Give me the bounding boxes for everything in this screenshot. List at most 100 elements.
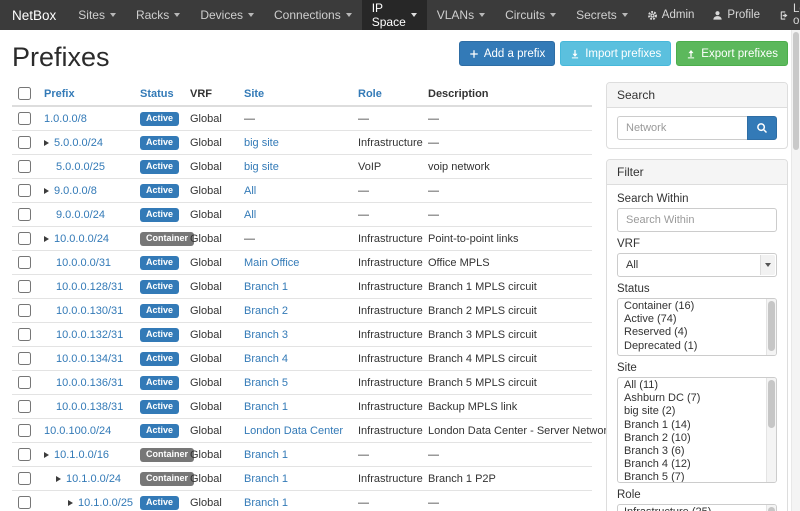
select-option[interactable]: Ashburn DC (7) bbox=[618, 392, 776, 405]
row-checkbox[interactable] bbox=[18, 376, 31, 389]
logout-link[interactable]: Log out bbox=[769, 0, 800, 30]
row-checkbox[interactable] bbox=[18, 232, 31, 245]
search-within-input[interactable] bbox=[617, 208, 777, 232]
profile-link[interactable]: Profile bbox=[703, 0, 769, 30]
listbox-scrollbar[interactable] bbox=[766, 505, 776, 511]
site-link[interactable]: big site bbox=[244, 137, 279, 149]
select-all-checkbox[interactable] bbox=[18, 87, 31, 100]
site-link[interactable]: Branch 1 bbox=[244, 449, 288, 461]
prefix-link[interactable]: 10.0.0.138/31 bbox=[56, 401, 123, 413]
select-option[interactable]: big site (2) bbox=[618, 405, 776, 418]
page-scroll-thumb[interactable] bbox=[793, 32, 799, 150]
add-prefix-button[interactable]: Add a prefix bbox=[459, 41, 555, 66]
nav-item-sites[interactable]: Sites bbox=[68, 0, 126, 30]
select-option[interactable]: Active (74) bbox=[618, 313, 776, 326]
table-row: 10.0.100.0/24 Active Global London Data … bbox=[12, 419, 592, 443]
row-checkbox[interactable] bbox=[18, 112, 31, 125]
column-header-status[interactable]: Status bbox=[134, 82, 184, 106]
nav-item-devices[interactable]: Devices bbox=[190, 0, 264, 30]
row-checkbox[interactable] bbox=[18, 448, 31, 461]
prefix-link[interactable]: 5.0.0.0/24 bbox=[54, 137, 103, 149]
nav-item-secrets[interactable]: Secrets bbox=[566, 0, 638, 30]
select-option[interactable]: Reserved (4) bbox=[618, 326, 776, 339]
vrf-select[interactable]: All bbox=[617, 253, 777, 277]
row-checkbox[interactable] bbox=[18, 352, 31, 365]
prefix-link[interactable]: 9.0.0.0/8 bbox=[54, 185, 97, 197]
select-option[interactable]: Branch 3 (6) bbox=[618, 445, 776, 458]
brand-link[interactable]: NetBox bbox=[0, 0, 68, 30]
row-checkbox[interactable] bbox=[18, 304, 31, 317]
site-link[interactable]: London Data Center bbox=[244, 425, 343, 437]
prefix-cell-content: 10.0.0.130/31 bbox=[44, 304, 123, 318]
role-value: Infrastructure bbox=[352, 371, 422, 395]
site-link[interactable]: Branch 1 bbox=[244, 497, 288, 509]
prefix-link[interactable]: 10.1.0.0/24 bbox=[66, 473, 121, 485]
page-scrollbar[interactable] bbox=[791, 30, 800, 511]
select-option[interactable]: Deprecated (1) bbox=[618, 340, 776, 353]
row-checkbox[interactable] bbox=[18, 184, 31, 197]
row-checkbox[interactable] bbox=[18, 328, 31, 341]
column-header-prefix[interactable]: Prefix bbox=[38, 82, 134, 106]
select-option[interactable]: All (11) bbox=[618, 379, 776, 392]
row-checkbox[interactable] bbox=[18, 424, 31, 437]
site-link[interactable]: Branch 2 bbox=[244, 305, 288, 317]
page-title: Prefixes bbox=[12, 42, 110, 73]
row-checkbox[interactable] bbox=[18, 208, 31, 221]
site-link[interactable]: Main Office bbox=[244, 257, 299, 269]
prefix-link[interactable]: 10.0.0.134/31 bbox=[56, 353, 123, 365]
row-checkbox[interactable] bbox=[18, 160, 31, 173]
prefix-link[interactable]: 9.0.0.0/24 bbox=[56, 209, 105, 221]
prefix-link[interactable]: 10.0.0.130/31 bbox=[56, 305, 123, 317]
prefix-link[interactable]: 10.1.0.0/25 bbox=[78, 497, 133, 509]
select-option[interactable]: Container (16) bbox=[618, 300, 776, 313]
select-option[interactable]: Branch 1 (14) bbox=[618, 419, 776, 432]
column-header-site[interactable]: Site bbox=[238, 82, 352, 106]
row-checkbox[interactable] bbox=[18, 256, 31, 269]
nav-item-racks[interactable]: Racks bbox=[126, 0, 190, 30]
column-header-role[interactable]: Role bbox=[352, 82, 422, 106]
site-link[interactable]: big site bbox=[244, 161, 279, 173]
prefix-link[interactable]: 10.0.0.132/31 bbox=[56, 329, 123, 341]
prefix-link[interactable]: 10.0.0.136/31 bbox=[56, 377, 123, 389]
site-link[interactable]: Branch 4 bbox=[244, 353, 288, 365]
nav-item-connections[interactable]: Connections bbox=[264, 0, 362, 30]
export-prefixes-button[interactable]: Export prefixes bbox=[676, 41, 788, 66]
import-prefixes-button[interactable]: Import prefixes bbox=[560, 41, 671, 66]
role-listbox[interactable]: Infrastructure (25)Management (8)Private… bbox=[617, 504, 777, 511]
select-option[interactable]: Infrastructure (25) bbox=[618, 506, 776, 511]
prefix-link[interactable]: 10.0.0.0/24 bbox=[54, 233, 109, 245]
prefix-link[interactable]: 10.0.0.0/31 bbox=[56, 257, 111, 269]
site-link[interactable]: All bbox=[244, 185, 256, 197]
select-option[interactable]: Branch 5 (7) bbox=[618, 471, 776, 483]
site-link[interactable]: Branch 5 bbox=[244, 377, 288, 389]
row-checkbox[interactable] bbox=[18, 280, 31, 293]
site-link[interactable]: Branch 1 bbox=[244, 281, 288, 293]
nav-item-ip-space[interactable]: IP Space bbox=[362, 0, 427, 30]
site-link[interactable]: All bbox=[244, 209, 256, 221]
select-option[interactable]: Branch 4 (12) bbox=[618, 458, 776, 471]
row-checkbox[interactable] bbox=[18, 496, 31, 509]
status-listbox[interactable]: Container (16)Active (74)Reserved (4)Dep… bbox=[617, 298, 777, 356]
select-option[interactable]: Branch 2 (10) bbox=[618, 432, 776, 445]
listbox-scrollbar[interactable] bbox=[766, 378, 776, 482]
search-input[interactable] bbox=[617, 116, 748, 140]
prefix-link[interactable]: 10.0.100.0/24 bbox=[44, 425, 111, 437]
prefix-link[interactable]: 10.1.0.0/16 bbox=[54, 449, 109, 461]
search-button[interactable] bbox=[747, 116, 777, 140]
row-checkbox[interactable] bbox=[18, 472, 31, 485]
site-link[interactable]: Branch 3 bbox=[244, 329, 288, 341]
prefix-link[interactable]: 1.0.0.0/8 bbox=[44, 113, 87, 125]
site-link[interactable]: Branch 1 bbox=[244, 401, 288, 413]
site-link[interactable]: Branch 1 bbox=[244, 473, 288, 485]
prefix-cell-content: 10.0.0.0/31 bbox=[44, 256, 111, 270]
prefix-link[interactable]: 5.0.0.0/25 bbox=[56, 161, 105, 173]
admin-link[interactable]: Admin bbox=[638, 0, 704, 30]
nav-item-vlans[interactable]: VLANs bbox=[427, 0, 495, 30]
prefix-link[interactable]: 10.0.0.128/31 bbox=[56, 281, 123, 293]
row-checkbox[interactable] bbox=[18, 400, 31, 413]
row-checkbox[interactable] bbox=[18, 136, 31, 149]
nav-item-circuits[interactable]: Circuits bbox=[495, 0, 566, 30]
site-listbox[interactable]: All (11)Ashburn DC (7)big site (2)Branch… bbox=[617, 377, 777, 483]
search-panel-title: Search bbox=[607, 83, 787, 108]
listbox-scrollbar[interactable] bbox=[766, 299, 776, 355]
